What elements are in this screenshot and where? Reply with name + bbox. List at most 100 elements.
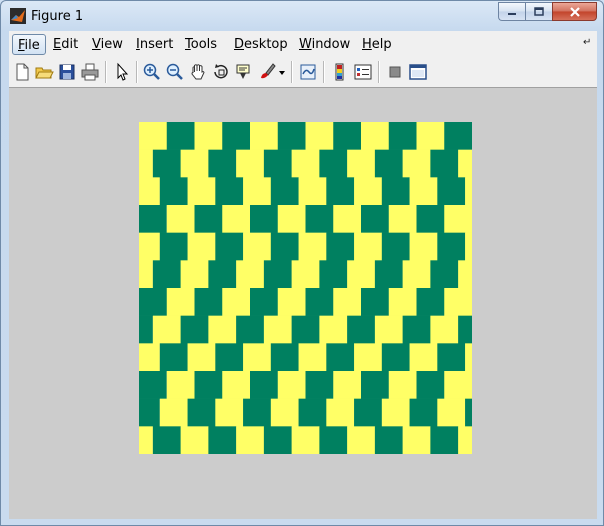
pattern-tile — [270, 177, 299, 206]
menu-dock-arrow-icon[interactable]: ↵ — [583, 37, 591, 48]
pattern-tile — [298, 343, 327, 372]
pattern-tile — [298, 177, 327, 206]
menu-tools[interactable]: Tools — [180, 34, 222, 55]
pattern-tile — [263, 149, 292, 178]
pattern-tile — [208, 260, 237, 289]
pattern-tile — [166, 122, 195, 150]
pattern-tile — [430, 149, 459, 178]
pattern-tile — [458, 315, 472, 344]
pattern-tile — [139, 205, 167, 233]
pattern-tile — [319, 260, 348, 289]
maximize-button[interactable] — [525, 2, 552, 21]
title-bar[interactable]: Figure 1 — [1, 1, 603, 31]
pattern-tile — [361, 371, 390, 399]
minimize-icon — [508, 12, 516, 15]
pattern-tile — [166, 371, 195, 399]
pattern-tile — [236, 260, 265, 289]
pattern-tile — [263, 315, 292, 344]
insert-legend-icon[interactable] — [353, 62, 373, 82]
pattern-tile — [326, 343, 355, 372]
pattern-tile — [388, 205, 417, 233]
pattern-tile — [444, 205, 472, 233]
pattern-tile — [402, 315, 431, 344]
pattern-tile — [458, 260, 472, 289]
close-button[interactable] — [552, 2, 597, 21]
pattern-tile — [222, 122, 251, 150]
edit-plot-arrow-icon[interactable] — [112, 62, 132, 82]
pattern-tile — [139, 343, 160, 372]
menu-help[interactable]: Help — [357, 34, 397, 55]
figure-window: Figure 1 File Edit View Insert Tools Des… — [0, 0, 604, 526]
data-cursor-icon[interactable] — [234, 62, 254, 82]
pattern-tile — [139, 426, 153, 454]
pattern-tile — [277, 371, 306, 399]
pattern-tile — [416, 205, 445, 233]
pattern-tile — [430, 260, 459, 289]
brush-icon[interactable] — [257, 62, 277, 82]
new-figure-icon[interactable] — [12, 62, 32, 82]
pattern-tile — [236, 149, 265, 178]
pattern-tile — [430, 315, 459, 344]
menu-edit[interactable]: Edit — [48, 34, 83, 55]
pattern-tile — [152, 260, 181, 289]
pattern-tile — [180, 426, 209, 454]
figure-client-area: File Edit View Insert Tools Desktop Wind… — [9, 31, 597, 519]
pattern-tile — [152, 426, 181, 454]
pattern-tile — [194, 288, 223, 316]
pattern-tile — [180, 149, 209, 178]
pattern-tile — [243, 343, 272, 372]
pattern-tile — [381, 398, 410, 427]
insert-colorbar-icon[interactable] — [330, 62, 350, 82]
pan-hand-icon[interactable] — [188, 62, 208, 82]
pattern-tile — [326, 232, 355, 261]
zoom-out-icon[interactable] — [165, 62, 185, 82]
pattern-tile — [291, 260, 320, 289]
pattern-tile — [333, 371, 362, 399]
print-icon[interactable] — [80, 62, 100, 82]
pattern-tile — [187, 232, 216, 261]
cafe-wall-illusion-axes[interactable] — [139, 122, 472, 454]
pattern-tile — [243, 232, 272, 261]
show-plot-tools-icon[interactable] — [408, 62, 428, 82]
pattern-tile — [139, 288, 168, 316]
pattern-tile — [250, 205, 279, 233]
pattern-tile — [215, 398, 244, 427]
pattern-tile — [319, 426, 348, 454]
pattern-tile — [152, 149, 181, 178]
pattern-tile — [437, 232, 466, 261]
pattern-tile — [444, 122, 472, 150]
pattern-tile — [250, 122, 279, 150]
pattern-tile — [333, 288, 362, 316]
pattern-tile — [458, 149, 472, 178]
pattern-tile — [236, 426, 265, 454]
pattern-tile — [402, 260, 431, 289]
open-file-icon[interactable] — [34, 62, 54, 82]
matlab-logo-icon — [10, 8, 26, 24]
zoom-in-icon[interactable] — [142, 62, 162, 82]
pattern-tile — [444, 288, 472, 316]
pattern-tile — [374, 426, 403, 454]
pattern-tile — [305, 371, 334, 399]
brush-dropdown-icon[interactable] — [277, 62, 287, 82]
hide-plot-tools-icon[interactable] — [385, 62, 405, 82]
menu-insert[interactable]: Insert — [131, 34, 178, 55]
menu-desktop[interactable]: Desktop — [229, 34, 293, 55]
pattern-tile — [152, 315, 181, 344]
pattern-tile — [437, 398, 466, 427]
pattern-tile — [388, 371, 417, 399]
link-plot-icon[interactable] — [298, 62, 318, 82]
pattern-tile — [354, 177, 383, 206]
minimize-button[interactable] — [498, 2, 525, 21]
save-icon[interactable] — [57, 62, 77, 82]
pattern-tile — [159, 398, 188, 427]
menu-window[interactable]: Window — [294, 34, 355, 55]
rotate-3d-icon[interactable] — [211, 62, 231, 82]
pattern-tile — [139, 149, 153, 178]
pattern-tile — [305, 205, 334, 233]
pattern-tile — [291, 315, 320, 344]
pattern-tile — [381, 177, 410, 206]
pattern-tile — [430, 426, 459, 454]
menu-view[interactable]: View — [87, 34, 128, 55]
menu-file[interactable]: File — [12, 34, 46, 55]
pattern-tile — [194, 371, 223, 399]
